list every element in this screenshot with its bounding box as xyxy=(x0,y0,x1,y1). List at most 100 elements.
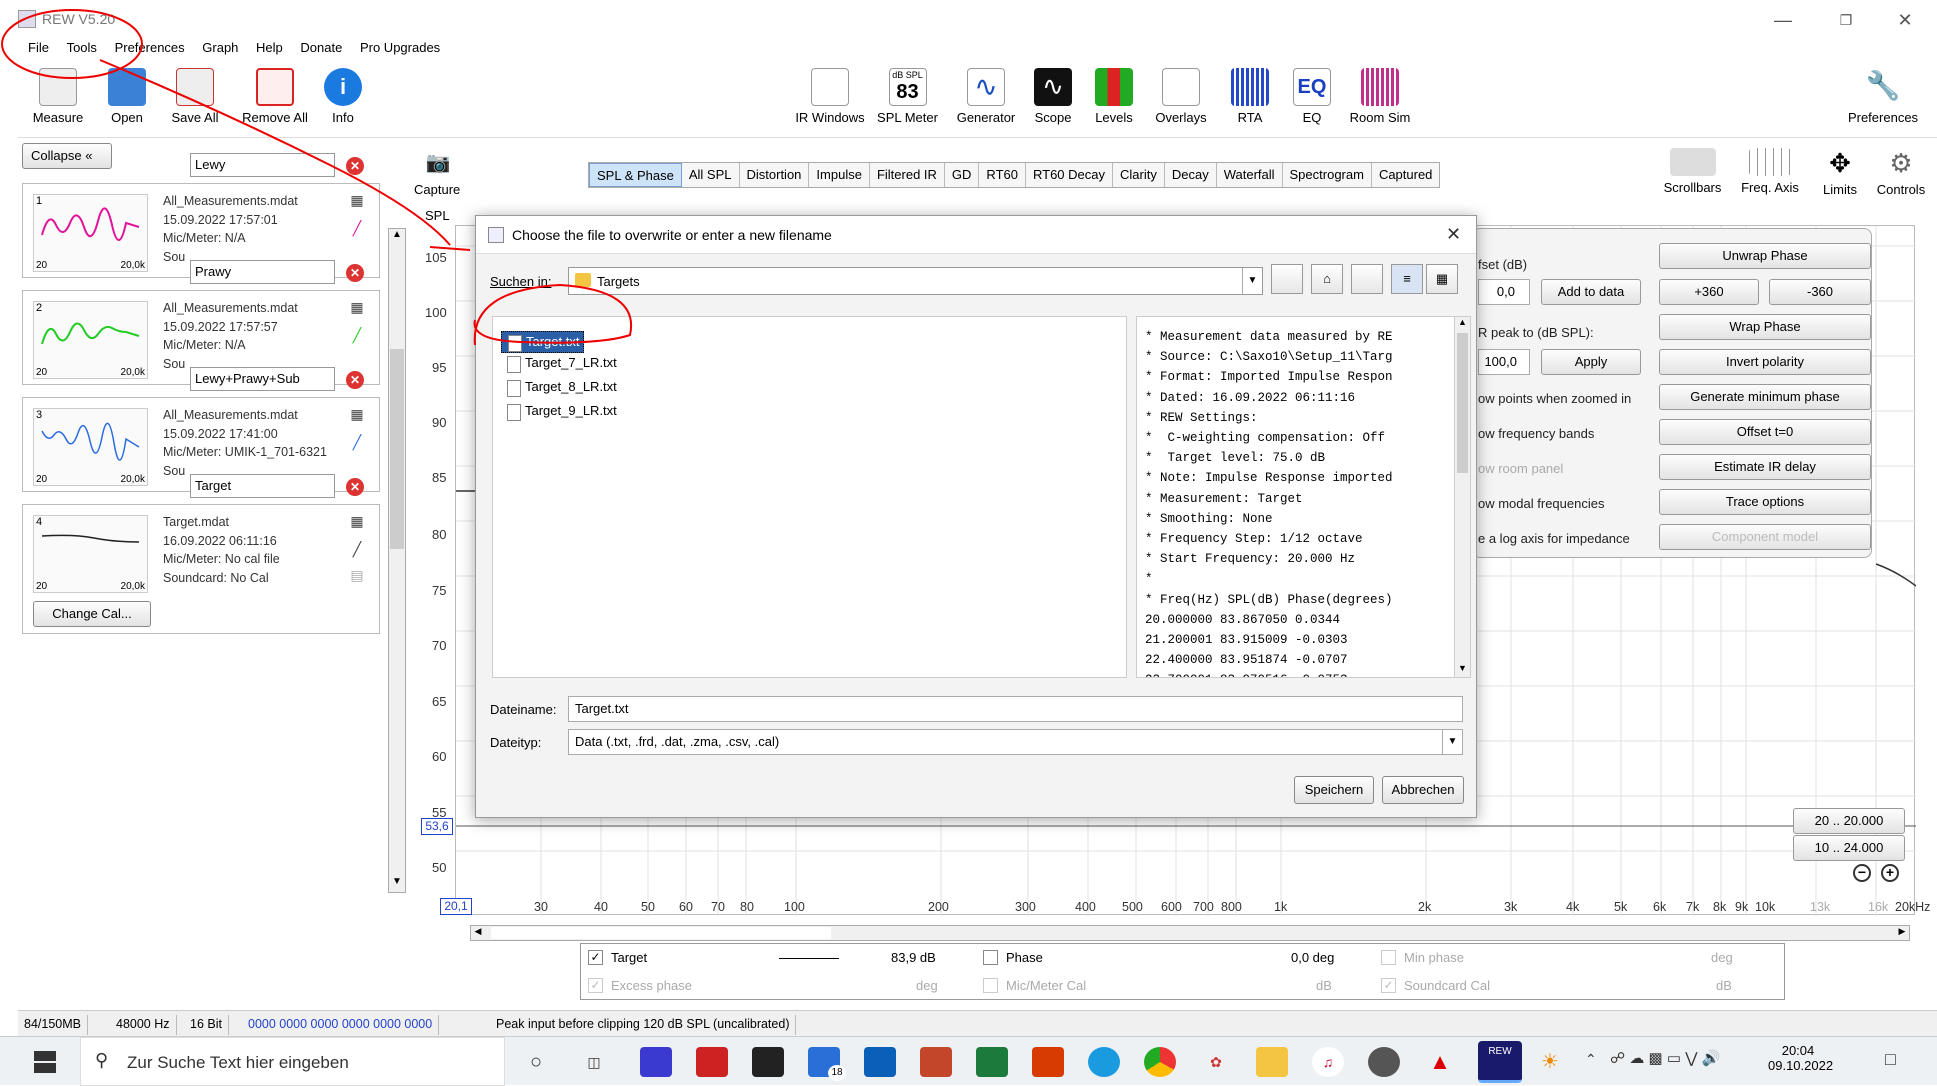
remove-measurement-icon[interactable]: ✕ xyxy=(346,264,364,282)
scroll-left-icon[interactable]: ◀ xyxy=(471,926,485,940)
save-measurement-icon[interactable]: ▦ xyxy=(348,406,366,424)
collapse-button[interactable]: Collapse « xyxy=(22,143,112,169)
component-model-button[interactable]: Component model xyxy=(1659,524,1871,550)
tray-icons[interactable]: ☍ ☁ ▩ ▭ ⋁ 🔊 xyxy=(1610,1049,1720,1067)
save-all-button[interactable]: Save All xyxy=(160,68,230,125)
preview-scrollbar[interactable]: ▲ ▼ xyxy=(1454,317,1470,677)
change-cal-button[interactable]: Change Cal... xyxy=(33,601,151,627)
tab-all-spl[interactable]: All SPL xyxy=(682,163,740,187)
excel-icon[interactable] xyxy=(976,1047,1008,1077)
scroll-thumb[interactable] xyxy=(491,927,831,939)
filetype-select[interactable]: Data (.txt, .frd, .dat, .zma, .csv, .cal… xyxy=(568,729,1463,755)
horizontal-scrollbar[interactable]: ◀ ▶ xyxy=(470,925,1910,941)
room-sim-button[interactable]: Room Sim xyxy=(1342,68,1418,125)
tab-impulse[interactable]: Impulse xyxy=(809,163,870,187)
details-view-icon[interactable]: ▦ xyxy=(1426,264,1458,294)
menu-tools[interactable]: Tools xyxy=(67,38,97,58)
tab-decay[interactable]: Decay xyxy=(1165,163,1217,187)
trace-color-icon[interactable]: ╱ xyxy=(348,220,366,238)
chevron-up-icon[interactable]: ⌃ xyxy=(1585,1051,1597,1068)
overlays-button[interactable]: Overlays xyxy=(1144,68,1218,125)
rew-taskbar-icon[interactable]: REW xyxy=(1478,1041,1522,1083)
minimize-button[interactable]: — xyxy=(1760,6,1806,34)
vertical-scrollbar[interactable]: ▲ ▼ xyxy=(388,228,406,893)
camera-icon[interactable]: 📷 xyxy=(418,150,458,178)
powerpoint-icon[interactable] xyxy=(920,1047,952,1077)
media-player-icon[interactable] xyxy=(1368,1047,1400,1077)
look-in-select[interactable]: Targets ▼ xyxy=(568,267,1263,295)
phase-checkbox[interactable] xyxy=(983,950,998,965)
file-item[interactable]: Target_8_LR.txt xyxy=(501,377,621,399)
app-icon-5[interactable]: ☀ xyxy=(1534,1047,1566,1077)
log-axis-option[interactable]: e a log axis for impedance xyxy=(1478,531,1630,546)
scroll-down-icon[interactable]: ▼ xyxy=(1455,663,1470,677)
close-window-button[interactable]: ✕ xyxy=(1882,6,1928,34)
remove-measurement-icon[interactable]: ✕ xyxy=(346,371,364,389)
eq-button[interactable]: EQ EQ xyxy=(1282,68,1342,125)
chevron-down-icon[interactable]: ▼ xyxy=(1442,730,1462,754)
zoom-in-icon[interactable]: + xyxy=(1881,864,1899,882)
menu-pro-upgrades[interactable]: Pro Upgrades xyxy=(360,38,440,58)
tab-spectrogram[interactable]: Spectrogram xyxy=(1283,163,1372,187)
show-bands-option[interactable]: ow frequency bands xyxy=(1478,426,1594,441)
ir-windows-button[interactable]: IR Windows xyxy=(790,68,870,125)
menu-preferences[interactable]: Preferences xyxy=(115,38,185,58)
windows-start-icon[interactable] xyxy=(34,1051,56,1073)
controls-button[interactable]: ⚙ Controls xyxy=(1866,148,1936,197)
rta-button[interactable]: RTA xyxy=(1218,68,1282,125)
show-modal-option[interactable]: ow modal frequencies xyxy=(1478,496,1604,511)
tab-waterfall[interactable]: Waterfall xyxy=(1217,163,1283,187)
open-button[interactable]: Open xyxy=(92,68,162,125)
outlook-icon[interactable] xyxy=(864,1047,896,1077)
app-icon-4[interactable]: ✿ xyxy=(1200,1047,1232,1077)
scroll-up-icon[interactable]: ▲ xyxy=(389,229,405,245)
excess-phase-checkbox[interactable]: ✓ xyxy=(588,978,603,993)
scroll-right-icon[interactable]: ▶ xyxy=(1895,926,1909,940)
chevron-down-icon[interactable]: ▼ xyxy=(1242,268,1262,294)
trace-color-icon[interactable]: ╱ xyxy=(348,434,366,452)
office-icon[interactable] xyxy=(1032,1047,1064,1077)
invert-polarity-button[interactable]: Invert polarity xyxy=(1659,349,1871,375)
generator-button[interactable]: ∿ Generator xyxy=(950,68,1022,125)
scrollbars-button[interactable]: Scrollbars xyxy=(1655,148,1730,195)
unwrap-phase-button[interactable]: Unwrap Phase xyxy=(1659,243,1871,269)
plus-360-button[interactable]: +360 xyxy=(1659,279,1759,305)
save-button[interactable]: Speichern xyxy=(1294,776,1374,804)
range-button-20-20000[interactable]: 20 .. 20.000 xyxy=(1793,808,1905,834)
save-measurement-icon[interactable]: ▦ xyxy=(348,513,366,531)
document-icon[interactable]: ▤ xyxy=(348,567,366,585)
tab-spl-phase[interactable]: SPL & Phase xyxy=(589,163,682,187)
limits-button[interactable]: ✥ Limits xyxy=(1805,148,1875,197)
remove-measurement-icon[interactable]: ✕ xyxy=(346,157,364,175)
scroll-thumb[interactable] xyxy=(390,349,404,549)
dialog-close-icon[interactable]: ✕ xyxy=(1446,224,1461,245)
tab-distortion[interactable]: Distortion xyxy=(740,163,810,187)
tab-clarity[interactable]: Clarity xyxy=(1113,163,1165,187)
app-icon-3[interactable] xyxy=(752,1047,784,1077)
remove-measurement-icon[interactable]: ✕ xyxy=(346,478,364,496)
estimate-ir-delay-button[interactable]: Estimate IR delay xyxy=(1659,454,1871,480)
tab-filtered-ir[interactable]: Filtered IR xyxy=(870,163,945,187)
trace-color-icon[interactable]: ╱ xyxy=(348,327,366,345)
file-item[interactable]: Target.txt xyxy=(501,331,585,353)
cortana-icon[interactable]: ○ xyxy=(520,1047,552,1077)
chrome-icon[interactable] xyxy=(1144,1047,1176,1077)
range-button-10-24000[interactable]: 10 .. 24.000 xyxy=(1793,835,1905,861)
list-view-icon[interactable]: ≡ xyxy=(1391,264,1423,294)
menu-help[interactable]: Help xyxy=(256,38,283,58)
tab-rt60-decay[interactable]: RT60 Decay xyxy=(1026,163,1113,187)
trace-color-icon[interactable]: ╱ xyxy=(348,541,366,559)
min-phase-checkbox[interactable] xyxy=(1381,950,1396,965)
save-measurement-icon[interactable]: ▦ xyxy=(348,299,366,317)
minus-360-button[interactable]: -360 xyxy=(1769,279,1871,305)
spl-meter-button[interactable]: dB SPL 83 SPL Meter xyxy=(870,68,945,125)
tab-rt60[interactable]: RT60 xyxy=(979,163,1026,187)
ir-peak-input[interactable]: 100,0 xyxy=(1478,349,1530,375)
levels-button[interactable]: Levels xyxy=(1084,68,1144,125)
measurement-name-field[interactable]: Target xyxy=(190,474,335,498)
itunes-icon[interactable]: ♫ xyxy=(1312,1047,1344,1077)
wrap-phase-button[interactable]: Wrap Phase xyxy=(1659,314,1871,340)
scope-button[interactable]: ∿ Scope xyxy=(1022,68,1084,125)
measurement-name-field[interactable]: Lewy xyxy=(190,153,335,177)
offset-input[interactable]: 0,0 xyxy=(1478,279,1530,305)
